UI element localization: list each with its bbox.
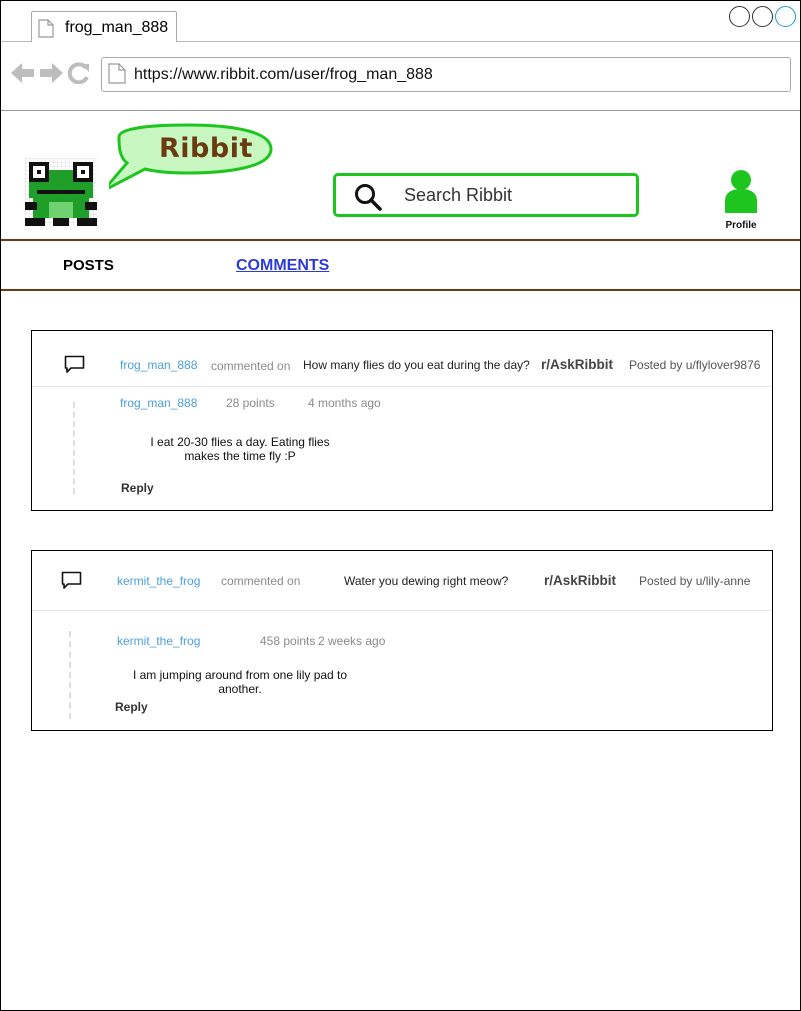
age-text: 2 weeks ago [318, 634, 386, 648]
comment-body: I am jumping around from one lily pad to… [120, 668, 360, 696]
comment-card-header: kermit_the_frog commented on Water you d… [32, 551, 772, 611]
posted-by-text: Posted by u/lily-anne [639, 574, 751, 588]
commented-on-label: commented on [211, 359, 291, 373]
comment-author-link[interactable]: frog_man_888 [120, 358, 197, 372]
url-text: https://www.ribbit.com/user/frog_man_888 [134, 66, 433, 83]
profile-tabs: POSTS COMMENTS [1, 241, 800, 289]
comment-card: kermit_the_frog commented on Water you d… [31, 550, 773, 731]
commented-on-label: commented on [221, 574, 301, 588]
forward-arrow-icon[interactable] [39, 62, 63, 89]
reply-button[interactable]: Reply [115, 700, 148, 714]
close-button[interactable] [775, 6, 796, 27]
comment-icon [61, 571, 82, 595]
subreddit-link[interactable]: r/AskRibbit [541, 357, 613, 372]
thread-line[interactable] [69, 631, 71, 719]
back-arrow-icon[interactable] [11, 62, 35, 89]
browser-tab[interactable]: frog_man_888 [31, 11, 177, 43]
comment-body-line: another. [218, 682, 262, 696]
site-header: Ribbit Search Ribbit Profile [1, 111, 800, 239]
address-bar[interactable]: https://www.ribbit.com/user/frog_man_888 [101, 57, 791, 92]
tab-comments[interactable]: COMMENTS [236, 257, 329, 275]
points-text: 458 points [260, 634, 316, 648]
posted-by-text: Posted by u/flylover9876 [629, 358, 761, 372]
post-title-link[interactable]: Water you dewing right meow? [344, 574, 508, 588]
reply-author-link[interactable]: frog_man_888 [120, 396, 197, 410]
comment-card-header: frog_man_888 commented on How many flies… [32, 331, 772, 387]
reply-button[interactable]: Reply [121, 481, 154, 495]
minimize-button[interactable] [729, 6, 750, 27]
age-text: 4 months ago [308, 396, 381, 410]
tabs-divider [1, 289, 800, 291]
comment-body: I eat 20-30 flies a day. Eating flies ma… [120, 435, 360, 463]
search-icon [354, 183, 382, 216]
reply-author-link[interactable]: kermit_the_frog [117, 634, 200, 648]
page-icon [108, 63, 126, 89]
brand-name: Ribbit [159, 133, 253, 164]
comment-body-line: makes the time fly :P [184, 449, 296, 463]
tab-bar: frog_man_888 [1, 1, 800, 43]
tab-title: frog_man_888 [65, 19, 169, 36]
points-text: 28 points [226, 396, 275, 410]
search-input[interactable]: Search Ribbit [333, 173, 639, 217]
subreddit-link[interactable]: r/AskRibbit [544, 573, 616, 588]
tab-posts[interactable]: POSTS [63, 257, 114, 274]
comment-icon [64, 355, 85, 379]
comment-body-line: I am jumping around from one lily pad to [132, 668, 348, 682]
profile-label: Profile [725, 220, 757, 231]
search-placeholder: Search Ribbit [404, 185, 513, 205]
post-title-link[interactable]: How many flies do you eat during the day… [303, 358, 530, 372]
page-icon [38, 19, 54, 43]
comment-body-line: I eat 20-30 flies a day. Eating flies [150, 435, 330, 449]
thread-line[interactable] [73, 402, 75, 494]
nav-buttons [11, 62, 91, 89]
maximize-button[interactable] [752, 6, 773, 27]
window-controls [729, 6, 796, 27]
user-icon [723, 170, 759, 217]
reload-icon[interactable] [67, 62, 91, 89]
frog-logo-icon[interactable] [24, 157, 98, 231]
navigation-bar: https://www.ribbit.com/user/frog_man_888 [1, 42, 800, 111]
comment-author-link[interactable]: kermit_the_frog [117, 574, 200, 588]
comment-card: frog_man_888 commented on How many flies… [31, 330, 773, 511]
profile-button[interactable]: Profile [719, 169, 763, 231]
